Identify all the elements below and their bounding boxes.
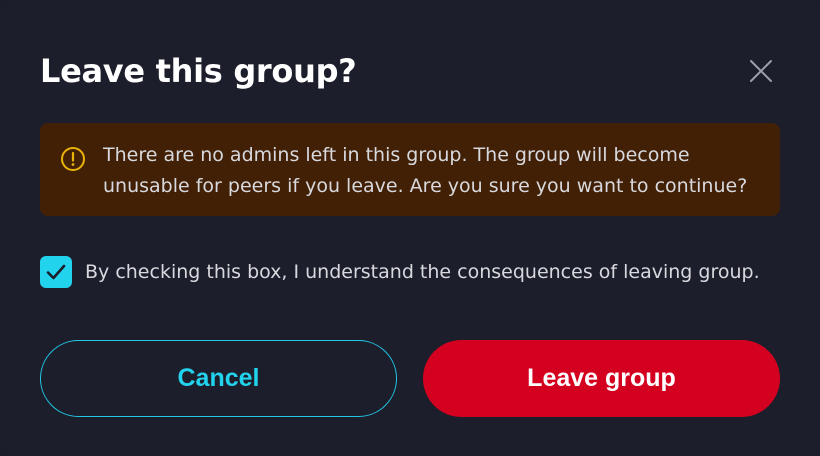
- warning-text: There are no admins left in this group. …: [103, 144, 748, 197]
- close-button[interactable]: [744, 54, 778, 88]
- consequences-checkbox[interactable]: [40, 256, 72, 288]
- cancel-button[interactable]: Cancel: [40, 340, 397, 417]
- leave-group-dialog: Leave this group? There are no admins le…: [0, 0, 820, 456]
- consequences-checkbox-label[interactable]: By checking this box, I understand the c…: [85, 257, 760, 287]
- dialog-title: Leave this group?: [40, 52, 357, 90]
- warning-circle-icon: [61, 147, 85, 171]
- leave-group-button[interactable]: Leave group: [423, 340, 780, 417]
- checkmark-icon: [46, 264, 66, 280]
- warning-banner: There are no admins left in this group. …: [40, 123, 780, 216]
- close-icon: [750, 60, 772, 82]
